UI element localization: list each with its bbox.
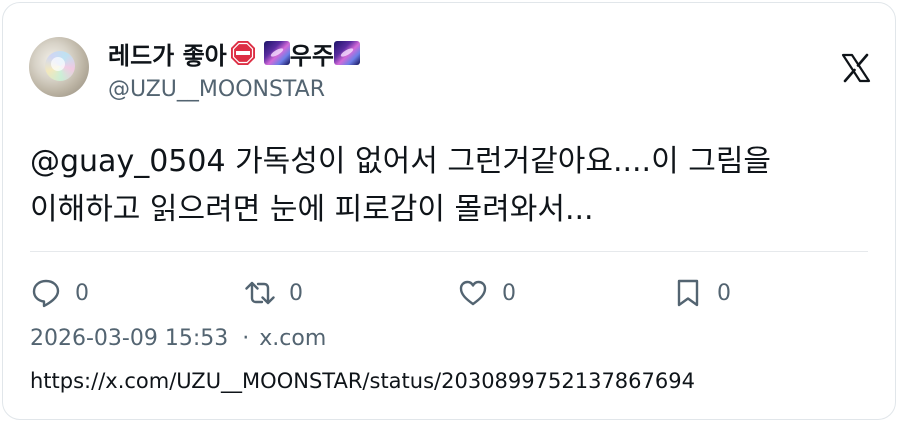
status-url[interactable]: https://x.com/UZU__MOONSTAR/status/20308… xyxy=(30,369,695,393)
milky-way-icon xyxy=(333,41,360,65)
tweet-text-line-1: @guay_0504 가독성이 없어서 그런거같아요....이 그림을 xyxy=(30,144,772,179)
stop-sign-icon xyxy=(230,41,255,65)
timestamp[interactable]: 2026-03-09 15:53 xyxy=(30,326,228,351)
reply-button[interactable]: 0 xyxy=(31,277,89,309)
reply-count: 0 xyxy=(75,280,89,306)
divider xyxy=(30,251,868,252)
reply-icon xyxy=(32,279,60,308)
retweet-count: 0 xyxy=(289,280,303,306)
like-button[interactable]: 0 xyxy=(458,277,516,309)
avatar[interactable] xyxy=(29,37,89,97)
bookmark-button[interactable]: 0 xyxy=(673,277,731,309)
tweet-meta: 2026-03-09 15:53 · x.com xyxy=(30,326,326,351)
tweet-text-line-2: 이해하고 읽으려면 눈에 피로감이 몰려와서... xyxy=(30,192,594,227)
user-handle[interactable]: @UZU__MOONSTAR xyxy=(108,77,325,102)
display-name-text: 레드가 좋아 xyxy=(108,41,227,70)
heart-icon xyxy=(459,280,487,306)
bookmark-count: 0 xyxy=(717,280,731,306)
x-logo-icon[interactable] xyxy=(840,52,872,84)
bookmark-icon xyxy=(677,279,699,307)
retweet-button[interactable]: 0 xyxy=(245,277,303,309)
milky-way-icon xyxy=(263,41,290,65)
retweet-icon xyxy=(245,281,275,305)
display-name-text-2: 우주 xyxy=(289,41,334,70)
like-count: 0 xyxy=(502,280,516,306)
separator: · xyxy=(242,326,250,351)
tweet-text: @guay_0504 가독성이 없어서 그런거같아요....이 그림을이해하고 … xyxy=(30,138,870,234)
display-name[interactable]: 레드가 좋아 우주 xyxy=(108,36,360,70)
source-link[interactable]: x.com xyxy=(259,326,326,351)
